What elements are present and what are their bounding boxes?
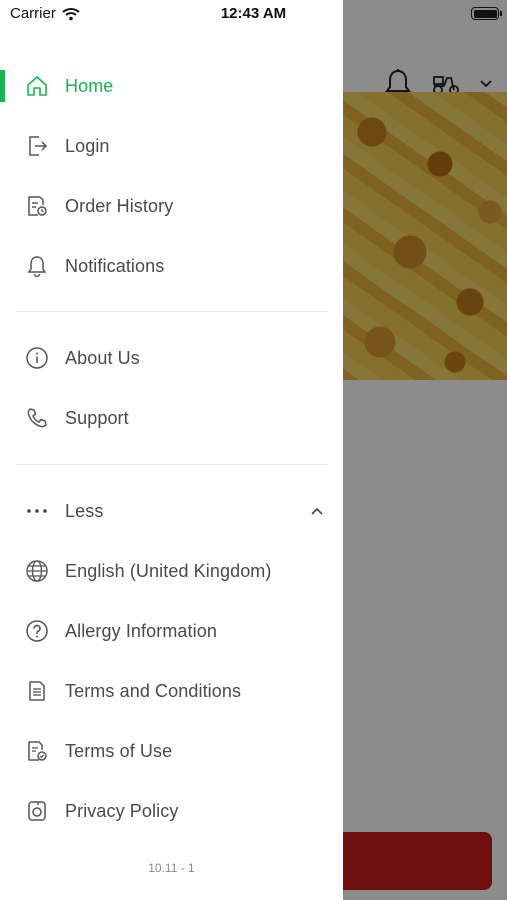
menu-item-about-us[interactable]: About Us [0, 332, 343, 384]
menu-label-home: Home [65, 75, 114, 96]
menu-label-order-history: Order History [65, 195, 174, 216]
menu-label-privacy-policy: Privacy Policy [65, 800, 179, 821]
document-check-icon [24, 738, 50, 764]
menu-item-notifications[interactable]: Notifications [0, 240, 343, 292]
document-icon [24, 678, 50, 704]
menu-item-order-history[interactable]: Order History [0, 180, 343, 232]
question-circle-icon [24, 618, 50, 644]
menu-item-language[interactable]: English (United Kingdom) [0, 545, 343, 597]
login-icon [24, 133, 50, 159]
divider [16, 464, 328, 465]
menu-item-allergy-information[interactable]: Allergy Information [0, 605, 343, 657]
navigation-drawer: Home Login Order History Notifications A… [0, 0, 343, 900]
globe-icon [24, 558, 50, 584]
status-bar: Carrier 12:43 AM [0, 0, 507, 28]
menu-label-about-us: About Us [65, 347, 140, 368]
bell-icon [24, 253, 50, 279]
menu-label-less: Less [65, 500, 104, 521]
menu-label-support: Support [65, 407, 129, 428]
battery-icon [471, 7, 502, 20]
menu-label-terms-of-use: Terms of Use [65, 740, 173, 761]
menu-item-privacy-policy[interactable]: Privacy Policy [0, 785, 343, 837]
menu-label-language: English (United Kingdom) [65, 560, 272, 581]
menu-label-allergy-information: Allergy Information [65, 620, 217, 641]
home-icon [24, 73, 50, 99]
menu-item-less-toggle[interactable]: Less [0, 485, 343, 537]
phone-icon [24, 405, 50, 431]
menu-item-terms-of-use[interactable]: Terms of Use [0, 725, 343, 777]
menu-label-terms-and-conditions: Terms and Conditions [65, 680, 242, 701]
order-history-icon [24, 193, 50, 219]
divider [16, 311, 328, 312]
chevron-up-icon[interactable] [307, 501, 327, 521]
info-icon [24, 345, 50, 371]
menu-label-login: Login [65, 135, 110, 156]
menu-label-notifications: Notifications [65, 255, 165, 276]
active-indicator [0, 70, 5, 102]
status-time: 12:43 AM [220, 5, 287, 22]
menu-item-login[interactable]: Login [0, 120, 343, 172]
menu-item-home[interactable]: Home [0, 60, 343, 112]
menu-item-support[interactable]: Support [0, 392, 343, 444]
ellipsis-icon [24, 498, 50, 524]
app-version: 10.11 - 1 [148, 861, 195, 875]
menu-item-terms-and-conditions[interactable]: Terms and Conditions [0, 665, 343, 717]
privacy-icon [24, 798, 50, 824]
